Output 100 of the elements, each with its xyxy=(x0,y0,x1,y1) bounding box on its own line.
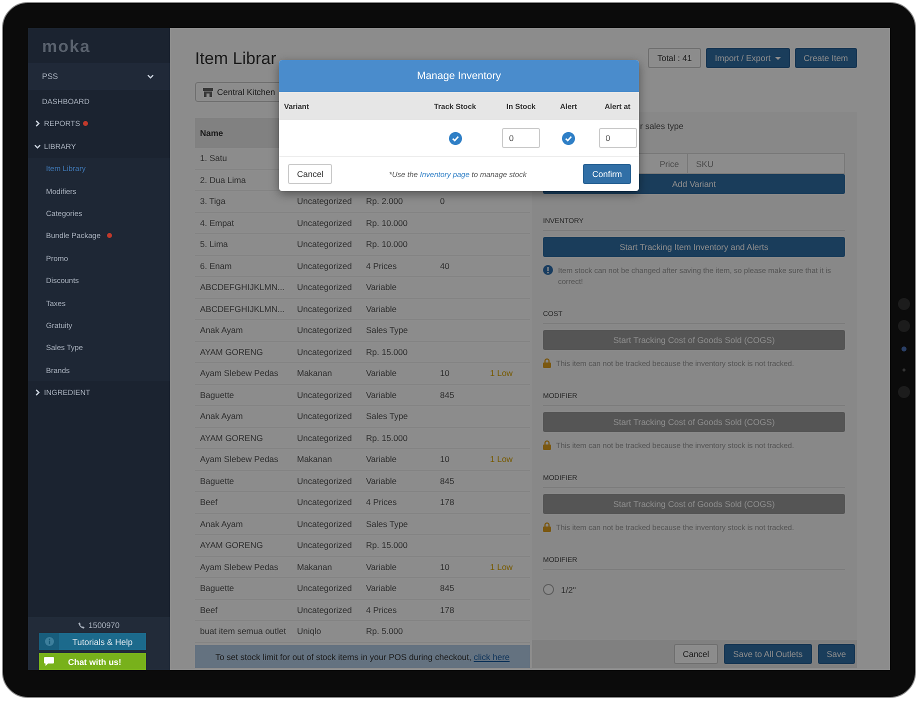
table-cell: Anak Ayam xyxy=(200,325,243,336)
table-cell: 845 xyxy=(440,583,454,594)
dialog-title: Manage Inventory xyxy=(416,70,502,82)
table-cell: Sales Type xyxy=(366,411,408,422)
table-cell: Rp. 5.000 xyxy=(366,626,403,636)
table-cell: Uncategorized xyxy=(297,196,352,206)
column-header: Name xyxy=(200,128,224,138)
table-cell: Variable xyxy=(366,304,397,314)
table-cell: 4. Empat xyxy=(200,218,234,228)
table-cell: AYAM GORENG xyxy=(200,540,263,550)
table-cell: Ayam Slebew Pedas xyxy=(200,562,278,572)
table-cell: Uncategorized xyxy=(297,432,352,443)
table-cell: Beef xyxy=(200,497,218,508)
table-cell: Baguette xyxy=(200,583,234,594)
info-icon xyxy=(543,265,553,275)
table-cell: Variable xyxy=(366,454,397,464)
table-cell: Uncategorized xyxy=(297,497,352,508)
table-cell: 1. Satu xyxy=(200,153,227,164)
lock-icon xyxy=(543,440,551,450)
phone-icon xyxy=(78,622,86,629)
store-icon xyxy=(203,88,213,96)
table-cell: Ayam Slebew Pedas xyxy=(200,368,278,378)
table-cell: 10 xyxy=(440,368,450,378)
table-cell: Uncategorized xyxy=(297,239,352,250)
table-cell: 845 xyxy=(440,476,454,486)
field-label: r sales type xyxy=(640,121,684,132)
chevron-down-icon xyxy=(147,73,154,80)
table-cell: Makanan xyxy=(297,368,332,378)
table-cell: Makanan xyxy=(297,562,332,572)
radio-button[interactable] xyxy=(543,584,554,595)
table-cell: Uncategorized xyxy=(297,304,352,314)
checked-circle-icon[interactable] xyxy=(562,132,575,144)
total-count: Total : 41 xyxy=(648,48,701,68)
checked-circle-icon[interactable] xyxy=(448,132,462,144)
table-cell: Variable xyxy=(366,368,397,378)
table-cell: Uncategorized xyxy=(297,260,352,271)
page-title: Item Librar xyxy=(195,49,276,69)
tutorials-help-button[interactable]: Tutorials & Help xyxy=(39,633,146,650)
table-cell: Variable xyxy=(366,583,397,594)
table-cell: Uncategorized xyxy=(297,325,352,336)
table-cell: Rp. 10.000 xyxy=(366,239,408,250)
table-cell: Uncategorized xyxy=(297,604,352,615)
table-cell: ABCDEFGHIJKLMN... xyxy=(200,304,285,314)
caret-icon xyxy=(774,56,781,60)
outlet-selector[interactable]: PSS xyxy=(28,63,170,90)
table-cell: 178 xyxy=(440,497,454,508)
column-header: Price xyxy=(660,158,679,168)
table-cell: 1 Low xyxy=(490,454,513,464)
table-cell: Rp. 15.000 xyxy=(366,432,408,443)
table-cell: Beef xyxy=(200,604,218,615)
cancel-button[interactable]: Cancel xyxy=(674,644,718,664)
table-cell: Uncategorized xyxy=(297,411,352,422)
table-cell: 0 xyxy=(440,196,445,206)
table-cell: Sales Type xyxy=(366,518,408,529)
table-cell: 6. Enam xyxy=(200,260,232,271)
table-cell: Variable xyxy=(366,476,397,486)
table-cell: 4 Prices xyxy=(366,604,397,615)
table-cell: AYAM GORENG xyxy=(200,432,263,443)
table-cell: Uncategorized xyxy=(297,518,352,529)
table-cell: 40 xyxy=(440,260,450,271)
table-cell: Rp. 15.000 xyxy=(366,540,408,550)
table-cell: Anak Ayam xyxy=(200,411,243,422)
table-cell: Makanan xyxy=(297,454,332,464)
table-cell: Sales Type xyxy=(366,325,408,336)
table-cell: Uncategorized xyxy=(297,540,352,550)
table-cell: Baguette xyxy=(200,390,234,400)
table-cell: Uncategorized xyxy=(297,390,352,400)
table-cell: Ayam Slebew Pedas xyxy=(200,454,278,464)
option-label: 1/2" xyxy=(561,584,576,594)
table-cell: Rp. 15.000 xyxy=(366,346,408,357)
lock-icon xyxy=(543,522,551,532)
table-cell: Uncategorized xyxy=(297,282,352,292)
banner-text: To set stock limit for out of stock items in your POS during checkout, click here xyxy=(215,652,510,662)
table-cell: Variable xyxy=(366,390,397,400)
table-cell: 3. Tiga xyxy=(200,196,226,206)
table-cell: ABCDEFGHIJKLMN... xyxy=(200,282,285,292)
table-cell: AYAM GORENG xyxy=(200,346,263,357)
confirm-button[interactable]: Confirm xyxy=(583,164,631,184)
table-cell: 4 Prices xyxy=(366,260,397,271)
info-icon xyxy=(44,637,54,646)
column-header: SKU xyxy=(696,158,714,168)
table-cell: Uncategorized xyxy=(297,476,352,486)
table-cell: 10 xyxy=(440,454,450,464)
alert-at-field[interactable]: 0 xyxy=(598,128,636,148)
table-cell: Variable xyxy=(366,562,397,572)
table-cell: Baguette xyxy=(200,476,234,486)
table-cell: 2. Dua Lima xyxy=(200,174,246,185)
table-cell: Uniqlo xyxy=(297,626,322,636)
table-cell: 10 xyxy=(440,562,450,572)
table-cell: Uncategorized xyxy=(297,346,352,357)
table-cell: 178 xyxy=(440,604,454,615)
table-cell: Anak Ayam xyxy=(200,518,243,529)
lock-icon xyxy=(543,358,551,368)
phone-number: 1500970 xyxy=(88,621,120,630)
table-cell: 1 Low xyxy=(490,368,513,378)
table-cell: 5. Lima xyxy=(200,239,228,250)
in-stock-field[interactable]: 0 xyxy=(502,128,540,148)
table-cell: Rp. 2.000 xyxy=(366,196,403,206)
cancel-button[interactable]: Cancel xyxy=(288,164,332,184)
chat-bubble-icon xyxy=(44,657,54,666)
